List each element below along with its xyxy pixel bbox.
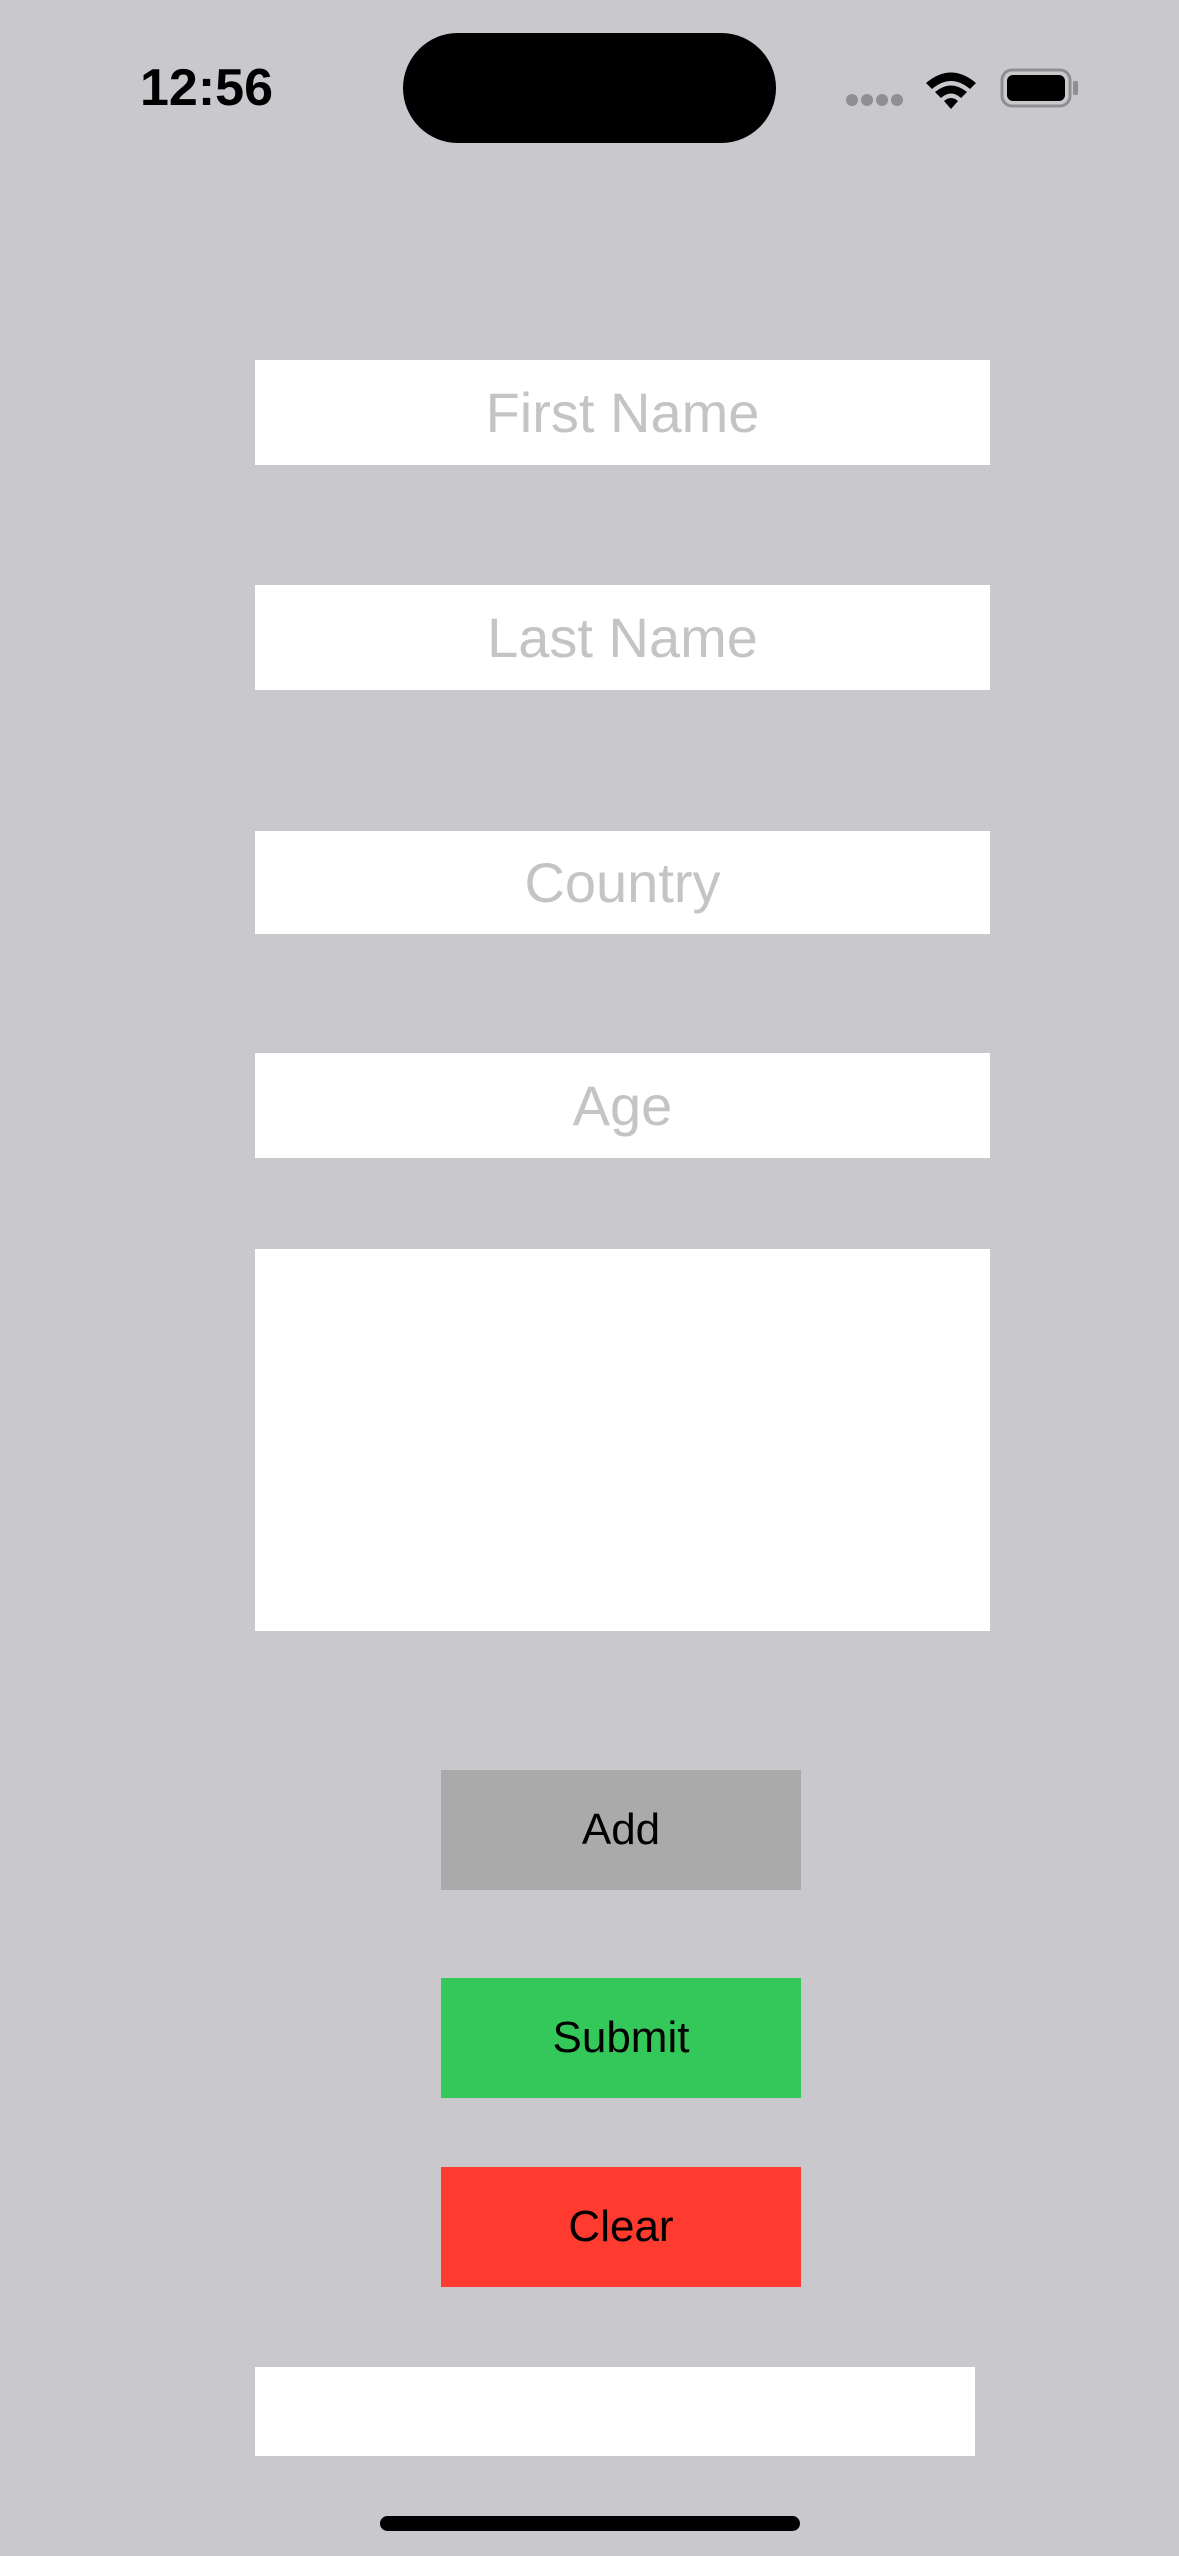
cellular-signal-icon [846,94,903,106]
add-button[interactable]: Add [441,1770,801,1890]
first-name-field[interactable] [255,360,990,465]
age-field[interactable] [255,1053,990,1158]
dynamic-island [403,33,776,143]
battery-icon [1000,68,1078,108]
clear-button[interactable]: Clear [441,2167,801,2287]
home-indicator[interactable] [380,2516,800,2531]
status-time: 12:56 [140,59,273,117]
wifi-icon [926,72,976,109]
submit-button[interactable]: Submit [441,1978,801,2098]
country-field[interactable] [255,831,990,934]
notes-textarea[interactable] [255,1249,990,1631]
last-name-field[interactable] [255,585,990,690]
result-output [255,2367,975,2456]
